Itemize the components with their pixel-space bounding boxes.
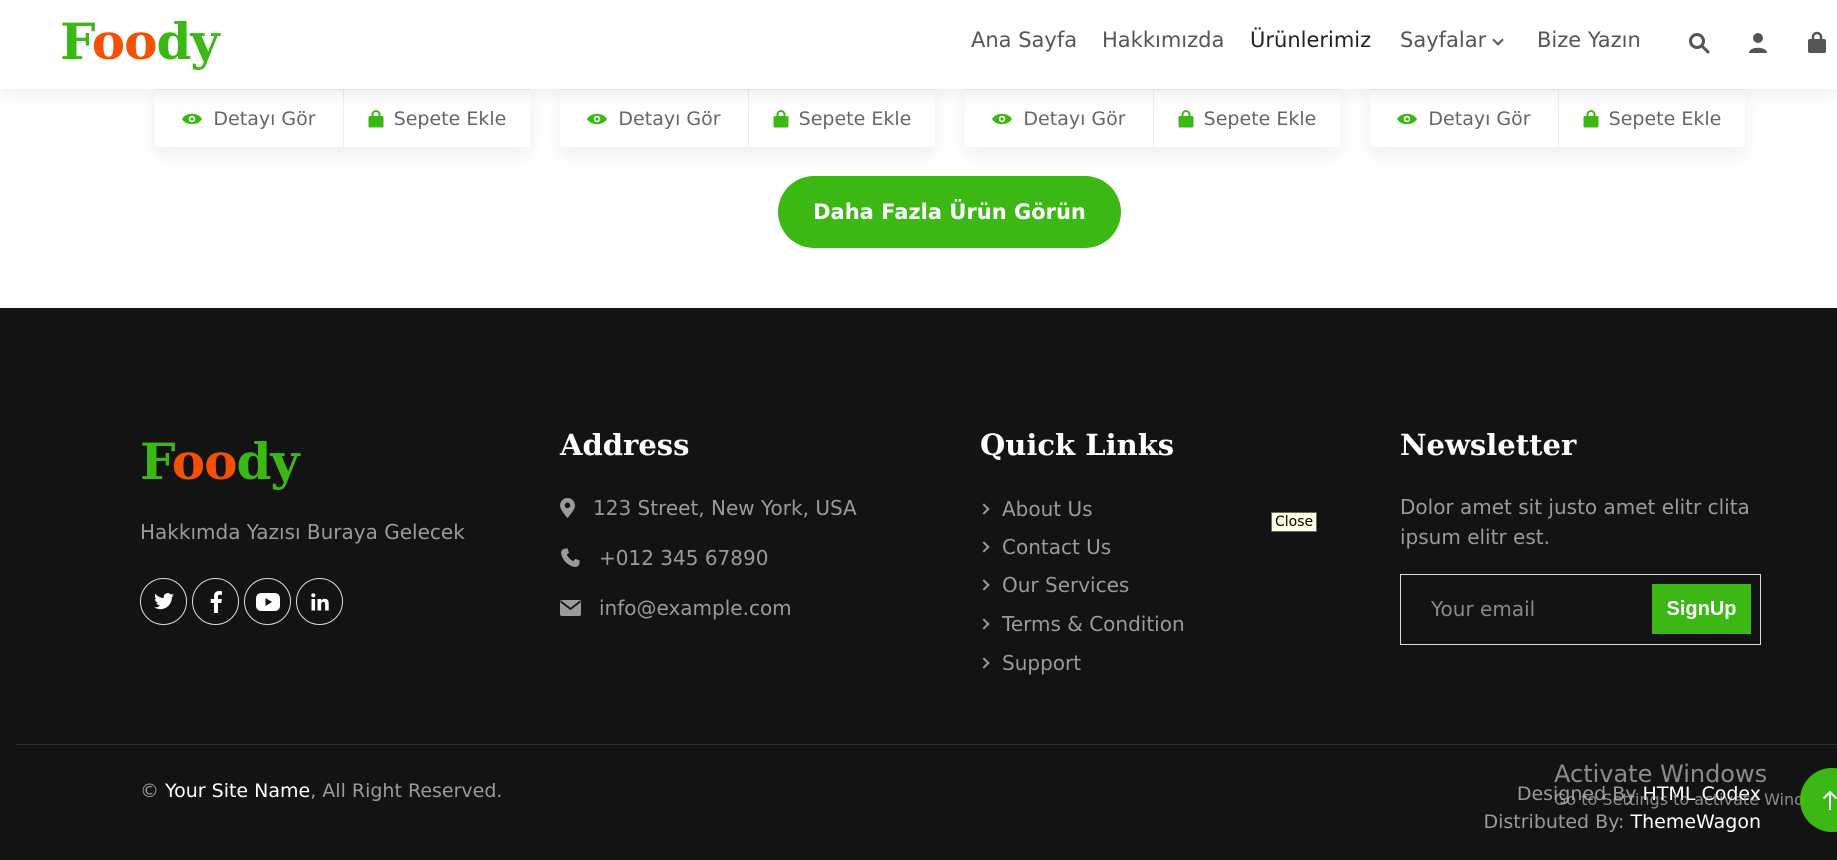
chevron-right-icon [978,618,990,630]
quick-link-contact-us[interactable]: Contact Us [978,535,1112,559]
envelope-icon [560,600,581,616]
detail-button-label: Detayı Gör [1023,108,1126,130]
footer-logo[interactable]: Foody [140,432,299,491]
add-to-cart-button[interactable]: Sepete Ekle [748,90,935,148]
quick-link-label: Our Services [1002,573,1130,597]
logo[interactable]: Foody [60,12,219,71]
themewagon-link[interactable]: ThemeWagon [1631,811,1761,833]
newsletter-heading: Newsletter [1400,428,1577,462]
nav-item-about[interactable]: Hakkımızda [1102,28,1224,52]
chevron-right-icon [978,657,990,669]
arrow-up-icon [1822,790,1837,810]
detail-button[interactable]: Detayı Gör [965,90,1152,148]
quick-link-our-services[interactable]: Our Services [978,573,1130,597]
email-row: info@example.com [560,596,792,620]
watermark-line2: Go to Settings to activate Windows. [1554,790,1837,809]
logo-letter-f: F [60,12,93,71]
site-header: Foody Ana Sayfa Hakkımızda Ürünlerimiz S… [0,0,1837,89]
newsletter-form: SignUp [1400,574,1761,645]
chevron-down-icon [1492,34,1504,46]
shopping-bag-icon [773,110,789,128]
nav-item-pages[interactable]: Sayfalar [1400,28,1504,52]
product-card-actions: Detayı Gör Sepete Ekle [1370,89,1745,148]
quick-link-support[interactable]: Support [978,651,1082,675]
close-tooltip: Close [1271,512,1318,532]
twitter-icon[interactable] [140,578,187,625]
add-to-cart-label: Sepete Ekle [798,108,912,130]
email-text: info@example.com [599,596,792,620]
site-name-link[interactable]: Your Site Name [165,780,310,802]
facebook-icon[interactable] [192,578,239,625]
phone-icon [561,548,580,568]
quick-link-label: About Us [1002,497,1093,521]
quick-link-label: Support [1002,651,1082,675]
phone-row: +012 345 67890 [560,546,768,570]
copyright: © Your Site Name, All Right Reserved. [140,780,502,802]
logo-letters-dy: dy [156,12,219,71]
address-text: 123 Street, New York, USA [593,496,857,520]
eye-icon [992,113,1013,125]
quick-links-heading: Quick Links [980,428,1175,462]
nav-item-products[interactable]: Ürünlerimiz [1250,28,1371,52]
product-card-actions: Detayı Gör Sepete Ekle [560,89,935,148]
phone-text: +012 345 67890 [599,546,769,570]
signup-button[interactable]: SignUp [1652,584,1751,634]
address-heading: Address [560,428,690,462]
logo-letters-oo: oo [171,432,238,491]
newsletter-text: Dolor amet sit justo amet elitr clita ip… [1400,495,1750,549]
detail-button-label: Detayı Gör [1428,108,1531,130]
detail-button[interactable]: Detayı Gör [1370,90,1557,148]
add-to-cart-button[interactable]: Sepete Ekle [1153,90,1340,148]
add-to-cart-label: Sepete Ekle [1203,108,1317,130]
logo-letters-oo: oo [91,12,158,71]
product-card-actions: Detayı Gör Sepete Ekle [965,89,1340,148]
youtube-icon[interactable] [244,578,291,625]
quick-link-terms[interactable]: Terms & Condition [978,612,1185,636]
add-to-cart-label: Sepete Ekle [393,108,507,130]
address-row: 123 Street, New York, USA [560,496,857,520]
detail-button-label: Detayı Gör [213,108,316,130]
nav-item-pages-label: Sayfalar [1400,28,1487,52]
logo-letters-dy: dy [236,432,299,491]
search-icon[interactable] [1687,31,1713,57]
add-to-cart-label: Sepete Ekle [1608,108,1722,130]
map-marker-icon [560,498,575,518]
quick-link-label: Terms & Condition [1002,612,1185,636]
windows-activation-watermark: Activate Windows Go to Settings to activ… [1554,760,1837,809]
detail-button-label: Detayı Gör [618,108,721,130]
detail-button[interactable]: Detayı Gör [155,90,342,148]
site-footer: Foody Hakkımda Yazısı Buraya Gelecek Add… [0,308,1837,860]
eye-icon [1397,113,1418,125]
newsletter-email-input[interactable] [1401,575,1651,643]
add-to-cart-button[interactable]: Sepete Ekle [343,90,530,148]
copyright-suffix: , All Right Reserved. [310,780,503,802]
product-card-actions: Detayı Gör Sepete Ekle [155,89,530,148]
copyright-symbol: © [140,780,159,802]
nav-item-home[interactable]: Ana Sayfa [971,28,1077,52]
chevron-right-icon [978,541,990,553]
footer-about-text: Hakkımda Yazısı Buraya Gelecek [140,520,465,544]
logo-letter-f: F [140,432,173,491]
user-icon[interactable] [1746,31,1772,57]
shopping-bag-icon[interactable] [1805,31,1831,57]
footer-divider [16,744,1837,745]
quick-link-label: Contact Us [1002,535,1112,559]
quick-link-about-us[interactable]: About Us [978,497,1093,521]
watermark-line1: Activate Windows [1554,760,1768,788]
detail-button[interactable]: Detayı Gör [560,90,747,148]
add-to-cart-button[interactable]: Sepete Ekle [1558,90,1745,148]
eye-icon [182,113,203,125]
nav-item-contact[interactable]: Bize Yazın [1537,28,1641,52]
shopping-bag-icon [368,110,384,128]
shopping-bag-icon [1178,110,1194,128]
more-products-button[interactable]: Daha Fazla Ürün Görün [778,176,1121,248]
distributed-by-label: Distributed By: [1483,811,1625,833]
chevron-right-icon [978,503,990,515]
linkedin-icon[interactable] [296,578,343,625]
chevron-right-icon [978,579,990,591]
distributed-by-row: Distributed By: ThemeWagon [1483,808,1761,836]
eye-icon [587,113,608,125]
shopping-bag-icon [1583,110,1599,128]
